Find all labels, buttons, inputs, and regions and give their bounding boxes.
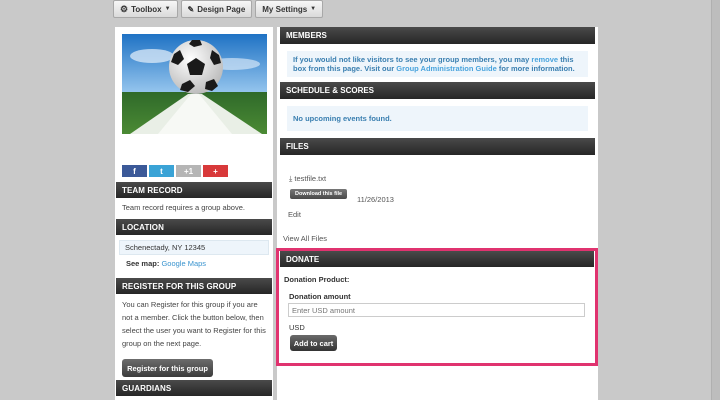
donation-amount-input[interactable] [288, 303, 585, 317]
download-icon: ⤓ [289, 174, 293, 183]
more-share-button[interactable]: + [203, 165, 228, 177]
register-text: You can Register for this group if you a… [122, 300, 266, 348]
guardians-header: GUARDIANS [116, 380, 272, 396]
schedule-section: SCHEDULE & SCORES No upcoming events fou… [280, 82, 595, 131]
my-settings-label: My Settings [262, 4, 308, 14]
files-header: FILES [280, 138, 595, 155]
file-name[interactable]: testfile.txt [294, 174, 326, 183]
register-section: REGISTER FOR THIS GROUP You can Register… [116, 278, 272, 377]
location-header: LOCATION [116, 219, 272, 235]
page-scrollbar[interactable] [711, 0, 720, 400]
remove-link[interactable]: remove [531, 55, 558, 64]
file-edit-link[interactable]: Edit [288, 210, 301, 219]
design-page-button[interactable]: ✎ Design Page [180, 0, 253, 18]
facebook-share-button[interactable]: f [122, 165, 147, 177]
toolbox-button[interactable]: ⚙ Toolbox ▼ [113, 0, 178, 18]
members-text-1: If you would not like visitors to see yo… [293, 55, 530, 64]
members-notice: If you would not like visitors to see yo… [287, 51, 588, 77]
schedule-notice: No upcoming events found. [287, 106, 588, 131]
file-date: 11/26/2013 [357, 195, 394, 204]
download-file-button[interactable]: Download this file [290, 189, 348, 199]
left-sidebar: f t +1 + TEAM RECORD Team record require… [115, 27, 273, 400]
twitter-share-button[interactable]: t [149, 165, 174, 177]
team-record-text: Team record requires a group above. [122, 203, 245, 212]
google-maps-link[interactable]: Google Maps [161, 259, 206, 268]
caret-down-icon: ▼ [164, 6, 171, 12]
file-name-line: ⤓ testfile.txt [289, 174, 326, 184]
toolbox-label: Toolbox [131, 4, 162, 14]
donate-section: DONATE Donation Product: Donation amount… [276, 248, 598, 366]
currency-label: USD [289, 323, 305, 332]
view-all-files-link[interactable]: View All Files [283, 234, 327, 243]
members-header: MEMBERS [280, 27, 595, 44]
social-share-bar: f t +1 + [122, 165, 228, 177]
donate-header: DONATE [280, 251, 594, 267]
pencil-icon: ✎ [187, 4, 195, 14]
location-section: LOCATION Schenectady, NY 12345 See map: … [116, 219, 272, 272]
see-map-line: See map: Google Maps [116, 255, 272, 272]
group-admin-guide-link[interactable]: Group Administration Guide [396, 64, 497, 73]
location-address: Schenectady, NY 12345 [119, 240, 269, 255]
guardians-section: GUARDIANS [116, 380, 272, 396]
see-map-label: See map: [126, 259, 160, 268]
gear-icon: ⚙ [120, 3, 129, 14]
donation-amount-label: Donation amount [289, 292, 351, 301]
register-header: REGISTER FOR THIS GROUP [116, 278, 272, 294]
add-to-cart-button[interactable]: Add to cart [290, 335, 337, 351]
donation-product-label: Donation Product: [284, 275, 350, 284]
files-section: FILES ⤓ testfile.txt Download this file … [280, 138, 595, 248]
google-plus-button[interactable]: +1 [176, 165, 201, 177]
top-toolbar: ⚙ Toolbox ▼ ✎ Design Page My Settings ▼ [113, 0, 324, 18]
members-text-3: for more information. [498, 64, 575, 73]
team-record-section: TEAM RECORD Team record requires a group… [116, 182, 272, 217]
group-photo [122, 34, 267, 134]
register-button[interactable]: Register for this group [122, 359, 213, 377]
caret-down-icon: ▼ [310, 6, 317, 12]
design-page-label: Design Page [197, 4, 246, 14]
my-settings-button[interactable]: My Settings ▼ [255, 0, 324, 18]
team-record-header: TEAM RECORD [116, 182, 272, 198]
schedule-header: SCHEDULE & SCORES [280, 82, 595, 99]
members-section: MEMBERS If you would not like visitors t… [280, 27, 595, 77]
